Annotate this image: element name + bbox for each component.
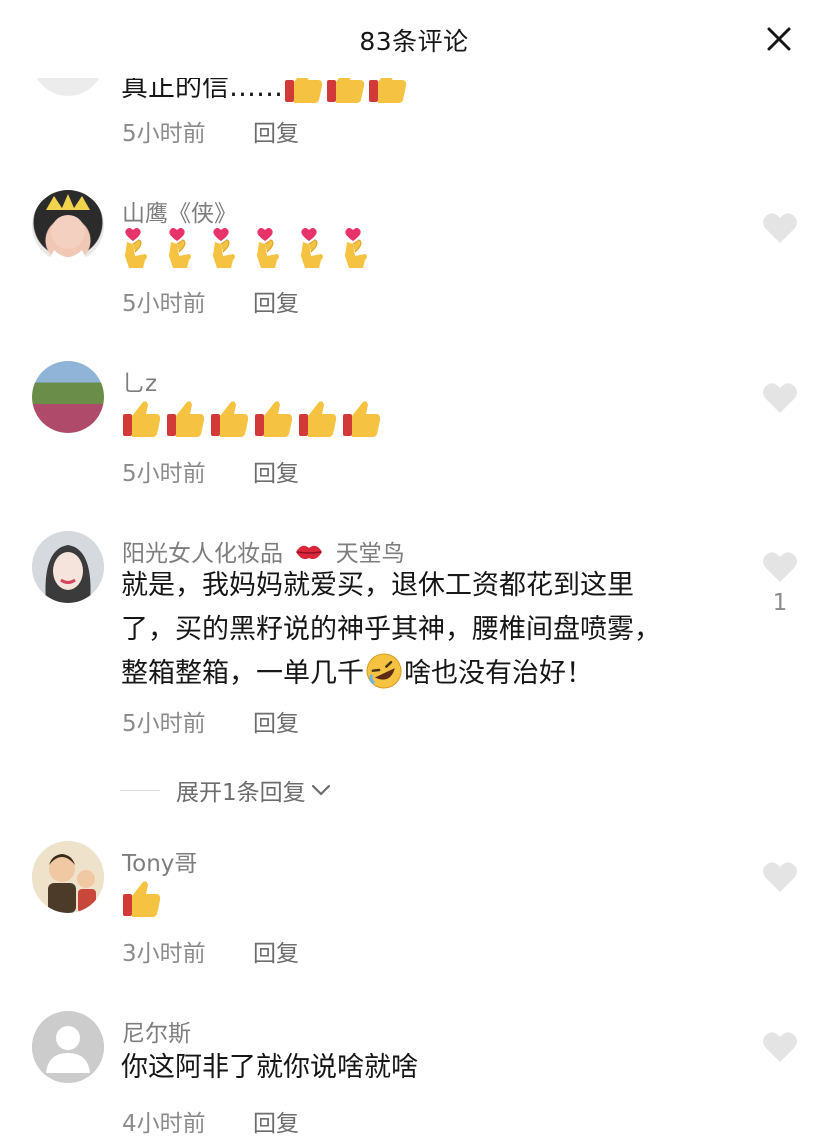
- heart-like-icon[interactable]: [760, 1027, 800, 1067]
- chevron-down-icon: [311, 784, 330, 796]
- comment-line: 就是，我妈妈就爱买，退休工资都花到这里: [121, 570, 634, 601]
- comment-meta: 5小时前 回复: [122, 704, 299, 738]
- comment-time: 5小时前: [122, 291, 206, 317]
- heart-like-icon[interactable]: [760, 857, 800, 897]
- expand-replies-button[interactable]: 展开1条回复: [120, 772, 332, 808]
- avatar[interactable]: [32, 190, 104, 262]
- comment-username[interactable]: 乚z: [122, 364, 157, 398]
- reply-button[interactable]: 回复: [253, 284, 299, 318]
- comment-line: 了，买的黑籽说的神乎其神，腰椎间盘喷雾，: [121, 614, 661, 645]
- avatar[interactable]: [32, 531, 104, 603]
- avatar[interactable]: [32, 1011, 104, 1083]
- comment-meta: 5小时前 回复: [122, 114, 299, 148]
- reply-button[interactable]: 回复: [253, 454, 299, 488]
- comment-username[interactable]: 阳光女人化妆品 天堂鸟: [122, 534, 405, 568]
- heart-like-icon[interactable]: [760, 378, 800, 418]
- comment-line: 啥也没有治好！: [404, 658, 593, 689]
- comment-username[interactable]: 尼尔斯: [122, 1014, 191, 1048]
- kiss-mark-icon: [296, 545, 323, 560]
- comment-meta: 5小时前 回复: [122, 284, 299, 318]
- comments-header: 83条评论: [0, 0, 828, 78]
- comment-time: 3小时前: [122, 941, 206, 967]
- comment-text: [121, 226, 381, 270]
- comment-text: [121, 876, 163, 920]
- heart-like-icon[interactable]: [760, 547, 800, 587]
- close-icon[interactable]: [766, 26, 792, 52]
- reply-button[interactable]: 回复: [253, 114, 299, 148]
- comment-meta: 4小时前 回复: [122, 1104, 299, 1138]
- comment-text: 就是，我妈妈就爱买，退休工资都花到这里 了，买的黑籽说的神乎其神，腰椎间盘喷雾，…: [121, 564, 661, 696]
- rolling-laughing-icon: [366, 653, 402, 689]
- like-count: 1: [772, 590, 788, 616]
- comment-list: 真正的信…… 5小时前 回复 山鹰《侠》 5小时前 回复 乚z 5小时前 回复 …: [0, 0, 828, 1137]
- comment-text: [121, 396, 383, 440]
- comments-count-title: 83条评论: [359, 27, 469, 56]
- default-avatar-icon: [32, 1011, 104, 1083]
- avatar[interactable]: [32, 361, 104, 433]
- comment-line: 整箱整箱，一单几千: [121, 658, 364, 689]
- expand-replies-label: 展开1条回复: [176, 780, 306, 806]
- reply-button[interactable]: 回复: [253, 1104, 299, 1138]
- heart-like-icon[interactable]: [760, 208, 800, 248]
- divider: [120, 789, 160, 791]
- comment-time: 4小时前: [122, 1111, 206, 1137]
- comment-line-wrap: 整箱整箱，一单几千 啥也没有治好！: [121, 652, 661, 696]
- thumbs-up-icon: [123, 401, 381, 437]
- comment-text: 你这阿非了就你说啥就啥: [121, 1052, 418, 1083]
- reply-button[interactable]: 回复: [253, 704, 299, 738]
- comment-time: 5小时前: [122, 711, 206, 737]
- comment-username[interactable]: 山鹰《侠》: [122, 194, 237, 228]
- reply-button[interactable]: 回复: [253, 934, 299, 968]
- comment-meta: 5小时前 回复: [122, 454, 299, 488]
- avatar[interactable]: [32, 841, 104, 913]
- comment-meta: 3小时前 回复: [122, 934, 299, 968]
- comment-username[interactable]: Tony哥: [122, 844, 197, 878]
- thumbs-up-icon: [123, 881, 161, 917]
- comment-time: 5小时前: [122, 461, 206, 487]
- finger-heart-icon: [125, 227, 368, 269]
- comment-time: 5小时前: [122, 121, 206, 147]
